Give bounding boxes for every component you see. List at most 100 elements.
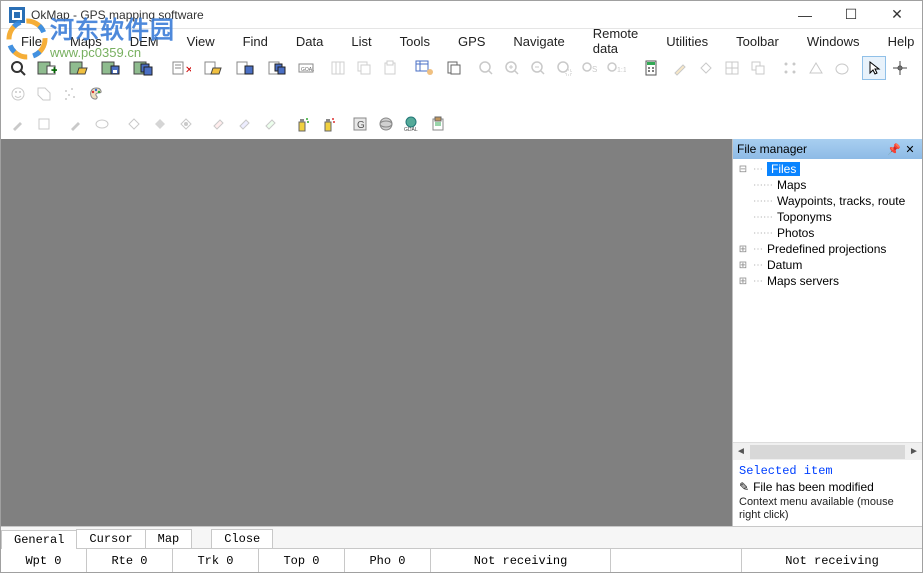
shape2-disabled-icon <box>90 112 114 136</box>
tab-cursor[interactable]: Cursor <box>76 529 145 548</box>
minimize-button[interactable]: — <box>782 1 828 29</box>
status-recv1: Not receiving <box>431 549 611 572</box>
tree-node-files[interactable]: Files <box>767 162 800 176</box>
map-open-icon[interactable] <box>64 56 94 80</box>
expand-icon[interactable]: ⊞ <box>733 244 753 255</box>
scatter-disabled-icon <box>58 82 82 106</box>
tree-node-projections[interactable]: Predefined projections <box>767 242 886 256</box>
menu-maps[interactable]: Maps <box>56 32 116 51</box>
palette-icon[interactable] <box>84 82 108 106</box>
menu-windows[interactable]: Windows <box>793 32 874 51</box>
panel-title-bar[interactable]: File manager 📌 ✕ <box>733 139 922 159</box>
zoom-in-disabled-icon <box>500 56 524 80</box>
diamond2-disabled-icon <box>122 112 146 136</box>
file-tree[interactable]: ⊟⋯Files ⋯⋯Maps ⋯⋯Waypoints, tracks, rout… <box>733 159 922 442</box>
toolbar-row-2: G GDAL <box>1 109 922 139</box>
diamond-edge-disabled-icon <box>174 112 198 136</box>
brush-disabled-icon <box>6 112 30 136</box>
crosshair-icon[interactable] <box>888 56 912 80</box>
globe-gray-icon[interactable] <box>374 112 398 136</box>
menu-navigate[interactable]: Navigate <box>499 32 578 51</box>
menu-tools[interactable]: Tools <box>386 32 444 51</box>
tab-close[interactable]: Close <box>211 529 273 548</box>
expand-icon[interactable]: ⊞ <box>733 260 753 271</box>
menu-help[interactable]: Help <box>874 32 923 51</box>
spray2-icon[interactable] <box>316 112 340 136</box>
diamond-fill-disabled-icon <box>148 112 172 136</box>
pointer-icon[interactable] <box>862 56 886 80</box>
svg-text:S: S <box>592 65 597 74</box>
tree-node-toponyms[interactable]: Toponyms <box>777 210 832 224</box>
menu-find[interactable]: Find <box>229 32 282 51</box>
file-manager-panel: File manager 📌 ✕ ⊟⋯Files ⋯⋯Maps ⋯⋯Waypoi… <box>732 139 922 526</box>
selected-item-panel: Selected item ✎File has been modified Co… <box>733 460 922 526</box>
status-bar: Wpt 0 Rte 0 Trk 0 Top 0 Pho 0 Not receiv… <box>1 548 922 572</box>
zoom-disabled-1-icon <box>474 56 498 80</box>
table-hand-icon[interactable] <box>410 56 440 80</box>
blob-disabled-icon <box>830 56 854 80</box>
pencil-disabled-icon <box>668 56 692 80</box>
brush2-disabled-icon <box>64 112 88 136</box>
data-cross-icon[interactable]: ✕ <box>166 56 196 80</box>
data-save-icon[interactable] <box>230 56 260 80</box>
expand-icon[interactable]: ⊞ <box>733 276 753 287</box>
scroll-thumb[interactable] <box>750 445 905 459</box>
tab-map[interactable]: Map <box>145 529 193 548</box>
menu-file[interactable]: File <box>7 32 56 51</box>
tree-node-datum[interactable]: Datum <box>767 258 802 272</box>
svg-text:GDAL: GDAL <box>404 127 418 132</box>
tree-node-maps[interactable]: Maps <box>777 178 806 192</box>
menu-dem[interactable]: DEM <box>116 32 173 51</box>
menu-data[interactable]: Data <box>282 32 337 51</box>
close-button[interactable]: ✕ <box>874 1 920 29</box>
panel-close-icon[interactable]: ✕ <box>902 143 918 156</box>
tree-node-waypoints[interactable]: Waypoints, tracks, route <box>777 194 905 208</box>
tab-general[interactable]: General <box>1 530 77 549</box>
copy-disabled-icon <box>352 56 376 80</box>
window-title: OkMap - GPS mapping software <box>31 8 782 22</box>
collapse-icon[interactable]: ⊟ <box>733 164 753 175</box>
menu-list[interactable]: List <box>337 32 385 51</box>
svg-text:✚: ✚ <box>51 66 57 75</box>
pin-icon[interactable]: 📌 <box>886 143 902 156</box>
panel-title-text: File manager <box>737 142 807 156</box>
scroll-right-icon[interactable]: ► <box>906 446 922 457</box>
dots-disabled-icon <box>778 56 802 80</box>
map-canvas[interactable] <box>1 139 732 526</box>
tree-node-mapservers[interactable]: Maps servers <box>767 274 839 288</box>
clipboard-icon[interactable] <box>426 112 450 136</box>
title-bar: OkMap - GPS mapping software — ☐ ✕ <box>1 1 922 29</box>
menu-view[interactable]: View <box>173 32 229 51</box>
status-pho: Pho 0 <box>345 549 431 572</box>
map-saveall-icon[interactable] <box>128 56 158 80</box>
diamond-disabled-icon <box>694 56 718 80</box>
eraser2-disabled-icon <box>232 112 256 136</box>
selected-item-header: Selected item <box>739 464 916 478</box>
data-saveall-icon[interactable] <box>262 56 292 80</box>
smiley-disabled-icon <box>6 82 30 106</box>
toolbar-row-1: ✚ ✕ GOALS S 1:1 <box>1 53 922 109</box>
g-box-icon[interactable]: G <box>348 112 372 136</box>
maximize-button[interactable]: ☐ <box>828 1 874 29</box>
scroll-left-icon[interactable]: ◄ <box>733 446 749 457</box>
map-save-icon[interactable] <box>96 56 126 80</box>
pencil-icon: ✎ <box>739 480 749 494</box>
bottom-tabs: General Cursor Map Close <box>1 526 922 548</box>
calc-icon[interactable] <box>636 56 666 80</box>
eraser1-disabled-icon <box>206 112 230 136</box>
copy-paste-icon[interactable] <box>442 56 466 80</box>
tree-node-photos[interactable]: Photos <box>777 226 814 240</box>
data-open-icon[interactable] <box>198 56 228 80</box>
workspace: File manager 📌 ✕ ⊟⋯Files ⋯⋯Maps ⋯⋯Waypoi… <box>1 139 922 526</box>
selected-item-context: Context menu available (mouse right clic… <box>739 496 916 522</box>
find-icon[interactable] <box>6 56 30 80</box>
tree-scrollbar[interactable]: ◄ ► <box>733 442 922 460</box>
map-new-icon[interactable]: ✚ <box>32 56 62 80</box>
menu-gps[interactable]: GPS <box>444 32 499 51</box>
gdal-icon[interactable]: GDAL <box>400 112 424 136</box>
menu-toolbar[interactable]: Toolbar <box>722 32 793 51</box>
svg-text:G: G <box>357 120 365 131</box>
menu-utilities[interactable]: Utilities <box>652 32 722 51</box>
spray-icon[interactable] <box>290 112 314 136</box>
goals-icon[interactable]: GOALS <box>294 56 318 80</box>
